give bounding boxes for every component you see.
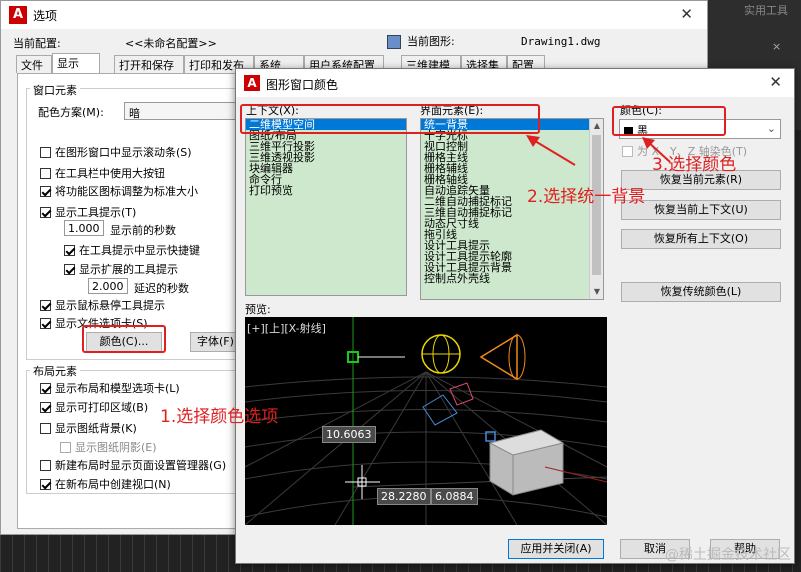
toolbar-close-icon[interactable]: ×: [772, 40, 781, 53]
checkbox-checked-icon[interactable]: [40, 206, 51, 218]
annotation-box-2: [240, 104, 540, 134]
checkbox-checked-icon[interactable]: [64, 244, 75, 256]
paper-shadow-check[interactable]: 显示图纸阴影(E): [60, 439, 157, 455]
restore-classic-button[interactable]: 恢复传统颜色(L): [621, 282, 781, 302]
layout-elements-title: 布局元素: [30, 363, 80, 379]
annotation-arrow-2: [526, 135, 576, 166]
current-profile-label: 当前配置:: [13, 37, 61, 50]
ext-delay-label: 延迟的秒数: [134, 282, 189, 295]
check-label: 显示布局和模型选项卡(L): [55, 382, 180, 395]
tooltip-delay-input[interactable]: 1.000: [64, 220, 104, 236]
checkbox-checked-icon[interactable]: [40, 185, 51, 197]
checkbox-checked-icon[interactable]: [40, 299, 51, 311]
tooltips-check[interactable]: 显示工具提示(T): [40, 204, 136, 220]
options-title: 选项: [33, 9, 58, 23]
checkbox-checked-icon[interactable]: [64, 263, 75, 275]
context-list[interactable]: 二维模型空间 图纸/布局 三维平行投影 三维透视投影 块编辑器 命令行 打印预览: [245, 118, 407, 296]
color-scheme-select[interactable]: 暗: [124, 102, 244, 120]
annotation-step1: 1.选择颜色选项: [160, 407, 279, 427]
extended-tooltips-check[interactable]: 显示扩展的工具提示: [64, 261, 178, 277]
dynamic-input-3: 6.0884: [431, 488, 478, 505]
ribbon-icons-check[interactable]: 将功能区图标调整为标准大小: [40, 183, 198, 199]
preview-viewport: [+][上][X-射线] 10.6063 28.2280 6.0884: [245, 317, 607, 525]
scroll-up-icon[interactable]: ▲: [590, 119, 603, 133]
profile-row: 当前配置: <<未命名配置>> 当前图形: Drawing1.dwg: [13, 35, 600, 51]
check-label: 在工具提示中显示快捷键: [79, 244, 200, 257]
check-label: 新建布局时显示页面设置管理器(G): [55, 459, 227, 472]
large-buttons-check[interactable]: 在工具栏中使用大按钮: [40, 165, 165, 181]
check-label: 显示可打印区域(B): [55, 401, 149, 414]
options-titlebar: A 选项 ✕: [1, 1, 707, 29]
scroll-down-icon[interactable]: ▼: [590, 285, 603, 299]
checkbox-checked-icon[interactable]: [40, 382, 51, 394]
drawing-window-colors-dialog: A 图形窗口颜色 ✕ 上下文(X): 二维模型空间 图纸/布局 三维平行投影 三…: [235, 68, 795, 564]
list-scrollbar[interactable]: ▲ ▼: [589, 119, 603, 299]
checkbox-checked-icon[interactable]: [40, 478, 51, 490]
checkbox-icon[interactable]: [40, 459, 51, 471]
checkbox-icon[interactable]: [60, 441, 71, 453]
apply-close-button[interactable]: 应用并关闭(A): [508, 539, 604, 559]
color-scheme-label: 配色方案(M):: [38, 106, 104, 119]
autocad-logo-icon: A: [9, 6, 27, 24]
checkbox-checked-icon[interactable]: [40, 317, 51, 329]
check-label: 显示图纸背景(K): [55, 422, 137, 435]
current-drawing-value: Drawing1.dwg: [521, 35, 601, 48]
checkbox-checked-icon[interactable]: [40, 401, 51, 413]
paper-background-check[interactable]: 显示图纸背景(K): [40, 420, 137, 436]
tab-open-save[interactable]: 打开和保存: [114, 55, 184, 73]
ext-delay-input[interactable]: 2.000: [88, 278, 128, 294]
checkbox-icon[interactable]: [40, 422, 51, 434]
create-viewport-check[interactable]: 在新布局中创建视口(N): [40, 476, 171, 492]
restore-all-button[interactable]: 恢复所有上下文(O): [621, 229, 781, 249]
x-axis-line: [352, 476, 607, 488]
current-profile-value: <<未命名配置>>: [125, 37, 217, 50]
printable-area-check[interactable]: 显示可打印区域(B): [40, 399, 148, 415]
hover-tooltips-check[interactable]: 显示鼠标悬停工具提示: [40, 297, 165, 313]
page-setup-check[interactable]: 新建布局时显示页面设置管理器(G): [40, 457, 226, 473]
dynamic-input-1: 10.6063: [322, 426, 376, 443]
toolbar-label[interactable]: 实用工具: [744, 2, 788, 18]
list-item[interactable]: 控制点外壳线: [421, 273, 603, 284]
annotation-step2: 2.选择统一背景: [527, 187, 646, 207]
layout-tabs-check[interactable]: 显示布局和模型选项卡(L): [40, 380, 180, 396]
drawing-file-icon: [387, 35, 401, 49]
shortcut-check[interactable]: 在工具提示中显示快捷键: [64, 242, 200, 258]
watermark: @稀土掘金技术社区: [665, 547, 791, 563]
list-item[interactable]: 打印预览: [246, 185, 406, 196]
current-drawing-label: 当前图形:: [407, 35, 455, 48]
checkbox-icon[interactable]: [622, 145, 633, 157]
checkbox-icon[interactable]: [40, 146, 51, 158]
scrollbars-check[interactable]: 在图形窗口中显示滚动条(S): [40, 144, 192, 160]
check-label: 在工具栏中使用大按钮: [55, 167, 165, 180]
checkbox-icon[interactable]: [40, 167, 51, 179]
tooltip-delay-label: 显示前的秒数: [110, 224, 176, 237]
color-dialog-title: 图形窗口颜色: [266, 78, 339, 92]
annotation-step3: 3.选择颜色: [652, 155, 737, 175]
color-dialog-titlebar: A 图形窗口颜色 ✕: [236, 69, 794, 97]
current-drawing: 当前图形: Drawing1.dwg: [387, 33, 707, 49]
check-label: 将功能区图标调整为标准大小: [55, 185, 198, 198]
check-label: 显示工具提示(T): [55, 206, 137, 219]
check-label: 在新布局中创建视口(N): [55, 478, 171, 491]
autocad-logo-icon: A: [244, 75, 260, 91]
check-label: 在图形窗口中显示滚动条(S): [55, 146, 192, 159]
annotation-box-3: [612, 106, 726, 136]
chevron-down-icon[interactable]: ⌄: [767, 122, 776, 135]
window-elements-title: 窗口元素: [30, 82, 80, 98]
check-label: 显示扩展的工具提示: [79, 263, 178, 276]
viewport-controls-label[interactable]: [+][上][X-射线]: [247, 320, 326, 336]
preview-label: 预览:: [245, 303, 271, 316]
check-label: 显示图纸阴影(E): [75, 441, 157, 454]
annotation-box-1: [82, 325, 166, 353]
tab-files[interactable]: 文件: [16, 55, 52, 73]
dynamic-input-2: 28.2280: [377, 488, 431, 505]
check-label: 显示鼠标悬停工具提示: [55, 299, 165, 312]
close-icon[interactable]: ✕: [680, 5, 693, 23]
close-icon[interactable]: ✕: [769, 73, 782, 91]
tab-display[interactable]: 显示: [52, 53, 100, 73]
